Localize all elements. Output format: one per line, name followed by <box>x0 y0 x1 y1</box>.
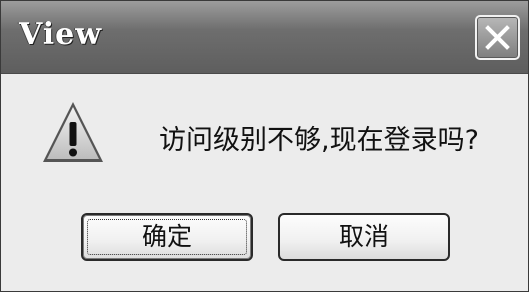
cancel-button-label: 取消 <box>338 222 389 251</box>
dialog-body: 访问级别不够,现在登录吗? 确定 取消 <box>1 74 528 291</box>
close-button[interactable] <box>475 15 520 60</box>
close-icon <box>485 25 510 50</box>
message-dialog: View 访问级别不够,现在登录吗? 确定 取消 <box>0 0 529 292</box>
ok-button[interactable]: 确定 <box>81 213 253 261</box>
dialog-message: 访问级别不够,现在登录吗? <box>159 125 479 156</box>
ok-button-label: 确定 <box>141 222 192 251</box>
warning-icon <box>43 102 103 162</box>
title-bar[interactable]: View <box>1 1 528 74</box>
cancel-button[interactable]: 取消 <box>278 213 450 261</box>
window-title: View <box>19 17 103 52</box>
